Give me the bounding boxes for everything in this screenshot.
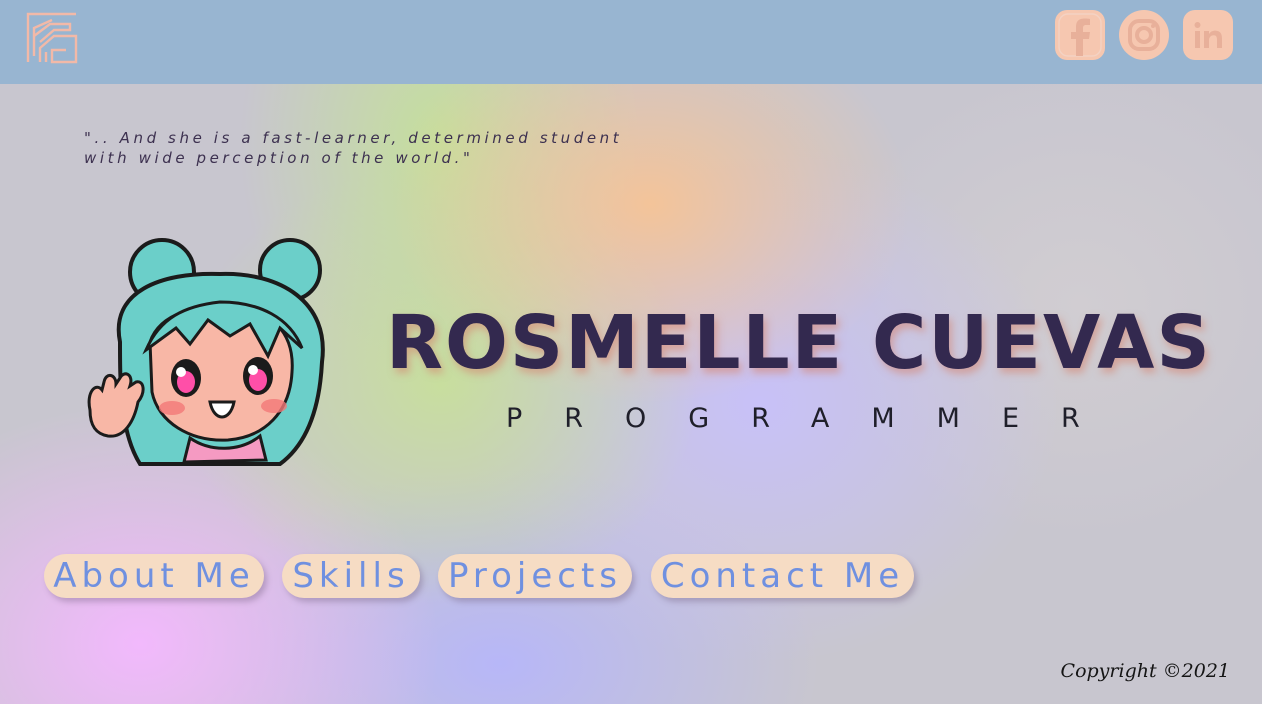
about-me-button[interactable]: About Me <box>44 554 264 598</box>
tagline-quote: ".. And she is a fast-learner, determine… <box>84 129 623 167</box>
rg-logo-icon[interactable] <box>26 12 78 64</box>
contact-me-button[interactable]: Contact Me <box>651 554 914 598</box>
skills-button[interactable]: Skills <box>282 554 420 598</box>
projects-button[interactable]: Projects <box>438 554 632 598</box>
hero-name: ROSMELLE CUEVAS <box>386 300 1212 386</box>
facebook-icon[interactable] <box>1055 10 1105 60</box>
avatar-illustration <box>80 232 340 477</box>
header-bar <box>0 0 1262 84</box>
linkedin-icon[interactable] <box>1183 10 1233 60</box>
copyright-text: Copyright ©2021 <box>1060 660 1230 682</box>
hero-role: PROGRAMMER <box>506 403 1122 434</box>
instagram-icon[interactable] <box>1119 10 1169 60</box>
